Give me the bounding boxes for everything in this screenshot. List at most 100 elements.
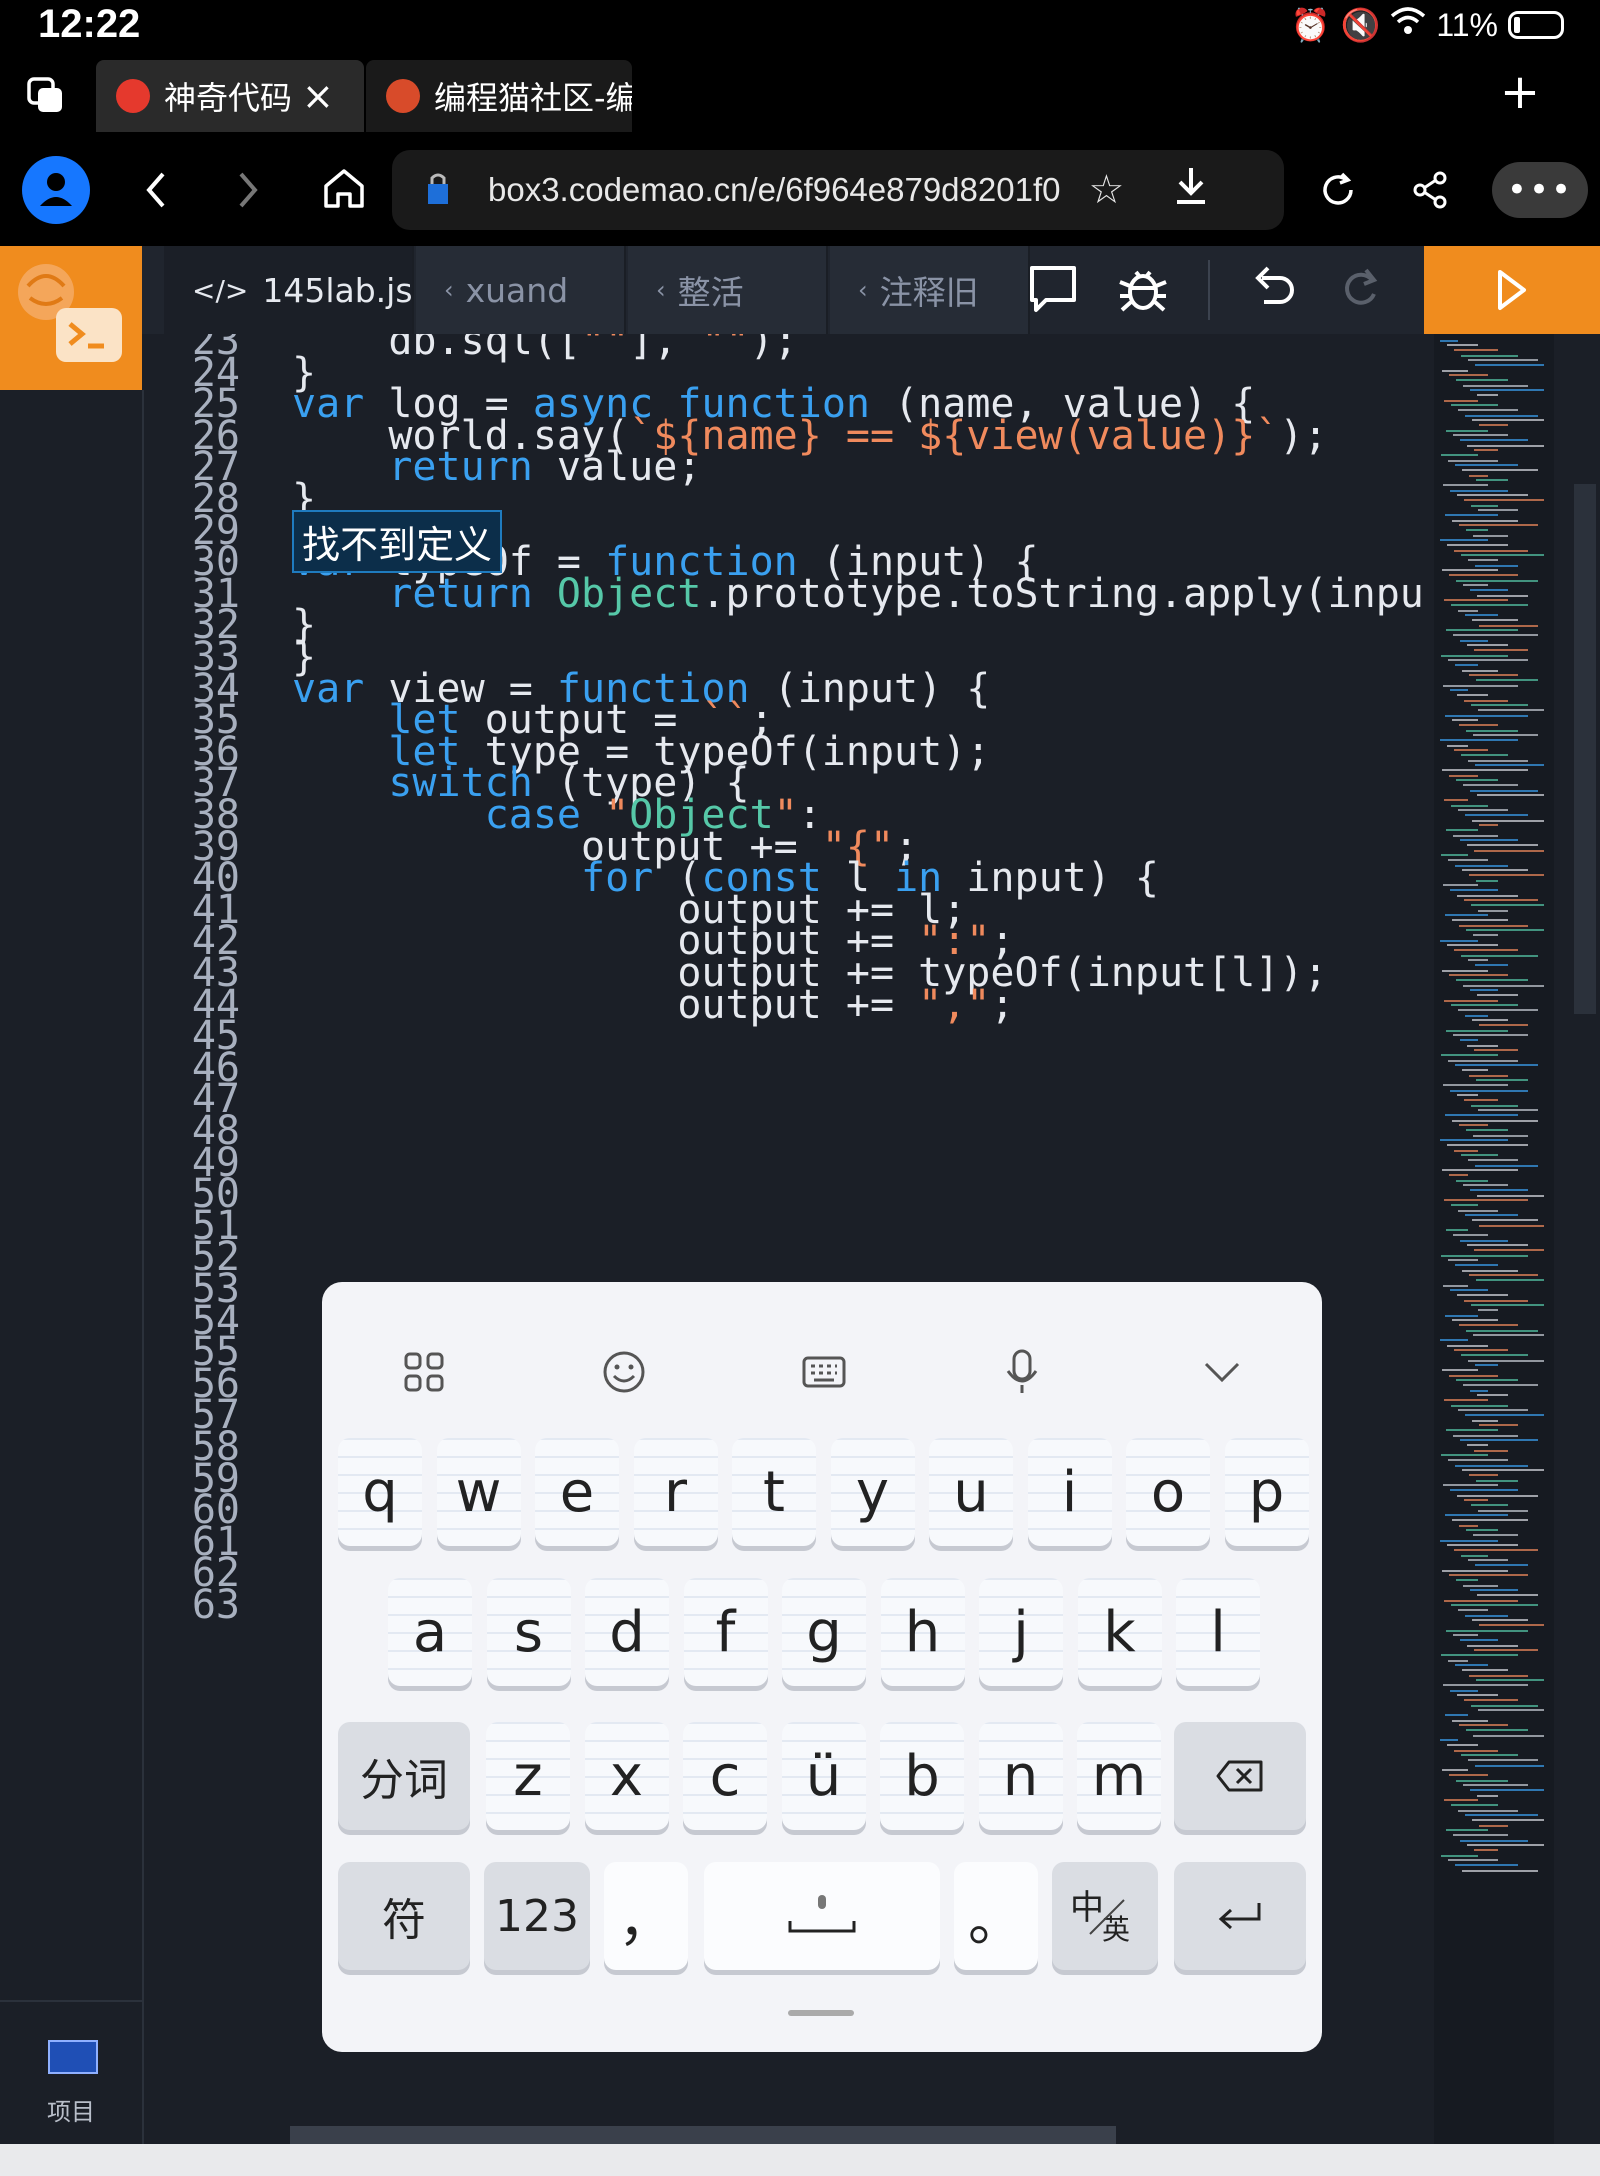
run-button[interactable] bbox=[1424, 246, 1600, 334]
horizontal-scrollbar[interactable] bbox=[290, 2126, 1116, 2144]
minimap-line bbox=[1450, 490, 1508, 492]
key-b[interactable]: b bbox=[880, 1722, 964, 1830]
key-123[interactable]: 123 bbox=[484, 1862, 590, 1970]
key-n[interactable]: n bbox=[978, 1722, 1063, 1830]
forward-arrow-icon[interactable] bbox=[228, 162, 268, 218]
key-p[interactable]: p bbox=[1224, 1438, 1309, 1546]
minimap-line bbox=[1468, 1360, 1544, 1362]
avatar-icon[interactable] bbox=[22, 156, 90, 224]
key-r[interactable]: r bbox=[633, 1438, 718, 1546]
key-enter[interactable] bbox=[1174, 1862, 1306, 1970]
key-e[interactable]: e bbox=[535, 1438, 619, 1546]
key-m[interactable]: m bbox=[1077, 1722, 1161, 1830]
minimap-line bbox=[1463, 385, 1528, 387]
minimap-line bbox=[1478, 1109, 1538, 1111]
back-arrow-icon[interactable] bbox=[136, 162, 176, 218]
minimap-line bbox=[1440, 1540, 1498, 1542]
key-period[interactable]: 。 bbox=[954, 1862, 1038, 1970]
minimap-line bbox=[1456, 779, 1498, 781]
minimap-line bbox=[1452, 1519, 1528, 1521]
debug-bug-icon[interactable] bbox=[1116, 262, 1170, 328]
download-icon[interactable] bbox=[1174, 166, 1208, 214]
key-l[interactable]: l bbox=[1176, 1578, 1260, 1686]
minimap-line bbox=[1442, 370, 1468, 372]
share-icon[interactable] bbox=[1406, 162, 1454, 218]
key-y[interactable]: y bbox=[830, 1438, 915, 1546]
minimap-line bbox=[1473, 1334, 1544, 1336]
minimap-line bbox=[1441, 655, 1508, 657]
key-backspace[interactable] bbox=[1174, 1722, 1306, 1830]
minimap-line bbox=[1466, 929, 1544, 931]
minimap-line bbox=[1442, 1570, 1508, 1572]
sidebar-item-project[interactable]: 项目 bbox=[0, 2000, 142, 2142]
key-h[interactable]: h bbox=[880, 1578, 965, 1686]
minimap-line bbox=[1448, 1660, 1468, 1662]
microphone-icon[interactable] bbox=[992, 1342, 1052, 1402]
editor-tab-zhushi[interactable]: ‹ 注释旧 bbox=[830, 246, 1030, 334]
code-minimap[interactable] bbox=[1434, 334, 1554, 2144]
key-j[interactable]: j bbox=[979, 1578, 1063, 1686]
key-space[interactable] bbox=[704, 1862, 940, 1970]
reload-icon[interactable] bbox=[1314, 162, 1362, 218]
comment-icon[interactable] bbox=[1026, 262, 1080, 328]
new-tab-button[interactable]: + bbox=[1500, 64, 1540, 120]
grid-menu-icon[interactable] bbox=[394, 1342, 454, 1402]
tab-close-icon[interactable]: × bbox=[302, 74, 334, 118]
key-d[interactable]: d bbox=[585, 1578, 669, 1686]
keyboard-layout-icon[interactable] bbox=[794, 1342, 854, 1402]
key-q[interactable]: q bbox=[338, 1438, 422, 1546]
key-o[interactable]: o bbox=[1126, 1438, 1210, 1546]
collapse-keyboard-icon[interactable] bbox=[1192, 1342, 1252, 1402]
browser-tab-bar: 神奇代码 × 编程猫社区-编 + bbox=[0, 56, 1600, 134]
key-z[interactable]: z bbox=[486, 1722, 570, 1830]
emoji-icon[interactable] bbox=[594, 1342, 654, 1402]
editor-tab-zhenghuo[interactable]: ‹ 整活 bbox=[628, 246, 828, 334]
browser-tab-1[interactable]: 神奇代码 × bbox=[96, 60, 364, 132]
minimap-line bbox=[1461, 1754, 1518, 1756]
url-box[interactable]: box3.codemao.cn/e/6f964e879d8201f0 ☆ bbox=[392, 150, 1284, 230]
minimap-line bbox=[1447, 745, 1468, 747]
minimap-line bbox=[1474, 1450, 1508, 1452]
key-i[interactable]: i bbox=[1027, 1438, 1112, 1546]
key-k[interactable]: k bbox=[1077, 1578, 1162, 1686]
minimap-line bbox=[1444, 1000, 1498, 1002]
key-g[interactable]: g bbox=[782, 1578, 866, 1686]
key-t[interactable]: t bbox=[732, 1438, 816, 1546]
key-a[interactable]: a bbox=[388, 1578, 472, 1686]
key-lang-switch[interactable]: 中英 bbox=[1052, 1862, 1158, 1970]
key-u-umlaut[interactable]: ü bbox=[781, 1722, 866, 1830]
minimap-line bbox=[1444, 400, 1478, 402]
minimap-line bbox=[1459, 925, 1528, 927]
key-symbols[interactable]: 符 bbox=[338, 1862, 470, 1970]
home-icon[interactable] bbox=[318, 160, 370, 216]
redo-icon[interactable] bbox=[1336, 262, 1386, 324]
browser-tab-2[interactable]: 编程猫社区-编 bbox=[366, 60, 632, 132]
minimap-line bbox=[1446, 1829, 1488, 1831]
editor-tab-xuand[interactable]: ‹ xuand bbox=[416, 246, 626, 334]
minimap-line bbox=[1448, 859, 1488, 861]
editor-tab-145lab[interactable]: </> 145lab.js bbox=[164, 246, 414, 334]
minimap-line bbox=[1458, 409, 1518, 411]
minimap-line bbox=[1443, 884, 1478, 886]
key-u[interactable]: u bbox=[929, 1438, 1013, 1546]
tab-switcher-icon[interactable] bbox=[22, 74, 70, 118]
key-fenci[interactable]: 分词 bbox=[338, 1722, 470, 1830]
url-text[interactable]: box3.codemao.cn/e/6f964e879d8201f0 bbox=[488, 171, 1060, 209]
minimap-line bbox=[1479, 424, 1508, 426]
key-x[interactable]: x bbox=[584, 1722, 669, 1830]
vertical-scrollbar[interactable] bbox=[1570, 334, 1600, 2144]
more-menu-button[interactable]: ••• bbox=[1492, 162, 1588, 218]
key-f[interactable]: f bbox=[683, 1578, 768, 1686]
scrollbar-thumb[interactable] bbox=[1574, 484, 1596, 1014]
key-s[interactable]: s bbox=[486, 1578, 571, 1686]
undo-icon[interactable] bbox=[1248, 262, 1298, 324]
minimap-line bbox=[1447, 1144, 1528, 1146]
minimap-line bbox=[1445, 1315, 1478, 1317]
app-logo[interactable] bbox=[0, 246, 142, 390]
editor-toolbar: </> 145lab.js ‹ xuand ‹ 整活 ‹ 注释旧 bbox=[0, 246, 1600, 334]
key-comma[interactable]: ， bbox=[604, 1862, 688, 1970]
minimap-line bbox=[1477, 1195, 1544, 1197]
key-w[interactable]: w bbox=[436, 1438, 521, 1546]
bookmark-star-icon[interactable]: ☆ bbox=[1088, 167, 1124, 213]
key-c[interactable]: c bbox=[683, 1722, 767, 1830]
